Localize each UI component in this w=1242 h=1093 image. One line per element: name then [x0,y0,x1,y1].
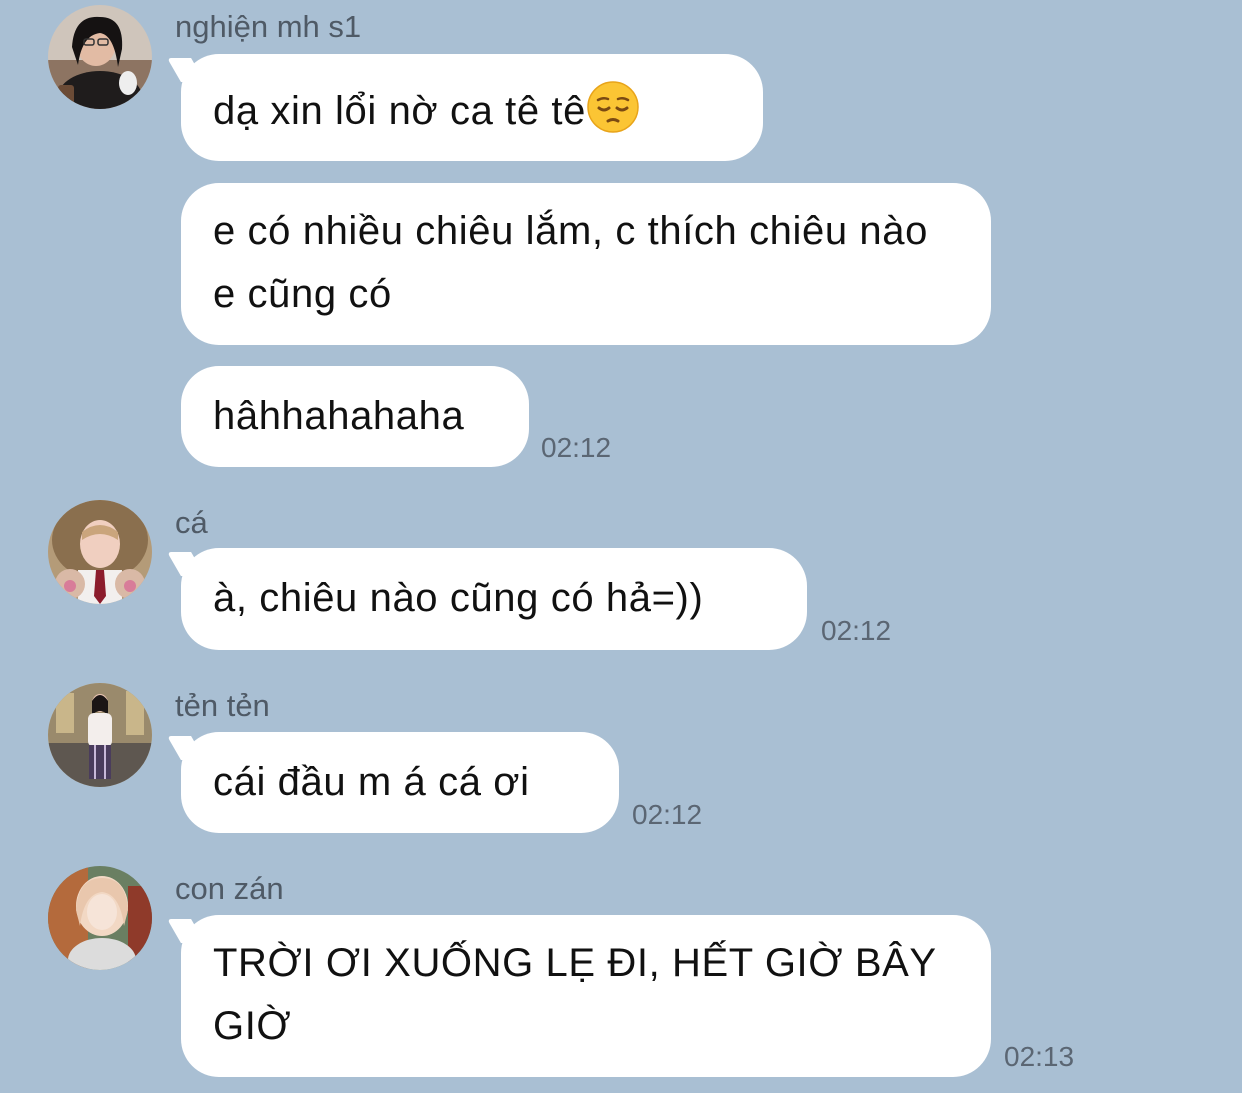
message-text: cái đầu m á cá ơi [213,760,530,804]
message-text: à, chiêu nào cũng có hả=)) [213,576,704,620]
message-bubble[interactable]: hâhhahahaha [181,366,529,467]
message-text: dạ xin lổi nờ ca tê tê [213,89,586,133]
sender-name: cá [175,505,208,540]
avatar-con-zan[interactable] [48,866,152,970]
avatar-ca[interactable] [48,500,152,604]
sender-name: nghiện mh s1 [175,9,362,44]
message-bubble[interactable]: e có nhiều chiêu lắm, c thích chiêu nào … [181,183,991,345]
message-bubble[interactable]: dạ xin lổi nờ ca tê tê [181,54,763,161]
message-text: e có nhiều chiêu lắm, c thích chiêu nào … [213,209,928,316]
sender-name: tẻn tẻn [175,688,270,723]
message-timestamp: 02:12 [632,799,703,830]
message-text: TRỜI ƠI XUỐNG LẸ ĐI, HẾT GIỜ BÂY GIỜ [213,941,936,1048]
avatar-ten-ten[interactable] [48,683,152,787]
message-timestamp: 02:12 [541,432,612,463]
pensive-face-icon [586,80,640,134]
message-timestamp: 02:13 [1004,1041,1075,1072]
message-bubble[interactable]: à, chiêu nào cũng có hả=)) [181,548,807,650]
message-text: hâhhahahaha [213,394,465,438]
message-timestamp: 02:12 [821,615,892,646]
message-bubble[interactable]: cái đầu m á cá ơi [181,732,619,833]
avatar-nghien-mh-s1[interactable] [48,5,152,109]
message-bubble[interactable]: TRỜI ƠI XUỐNG LẸ ĐI, HẾT GIỜ BÂY GIỜ [181,915,991,1077]
sender-name: con zán [175,871,284,906]
